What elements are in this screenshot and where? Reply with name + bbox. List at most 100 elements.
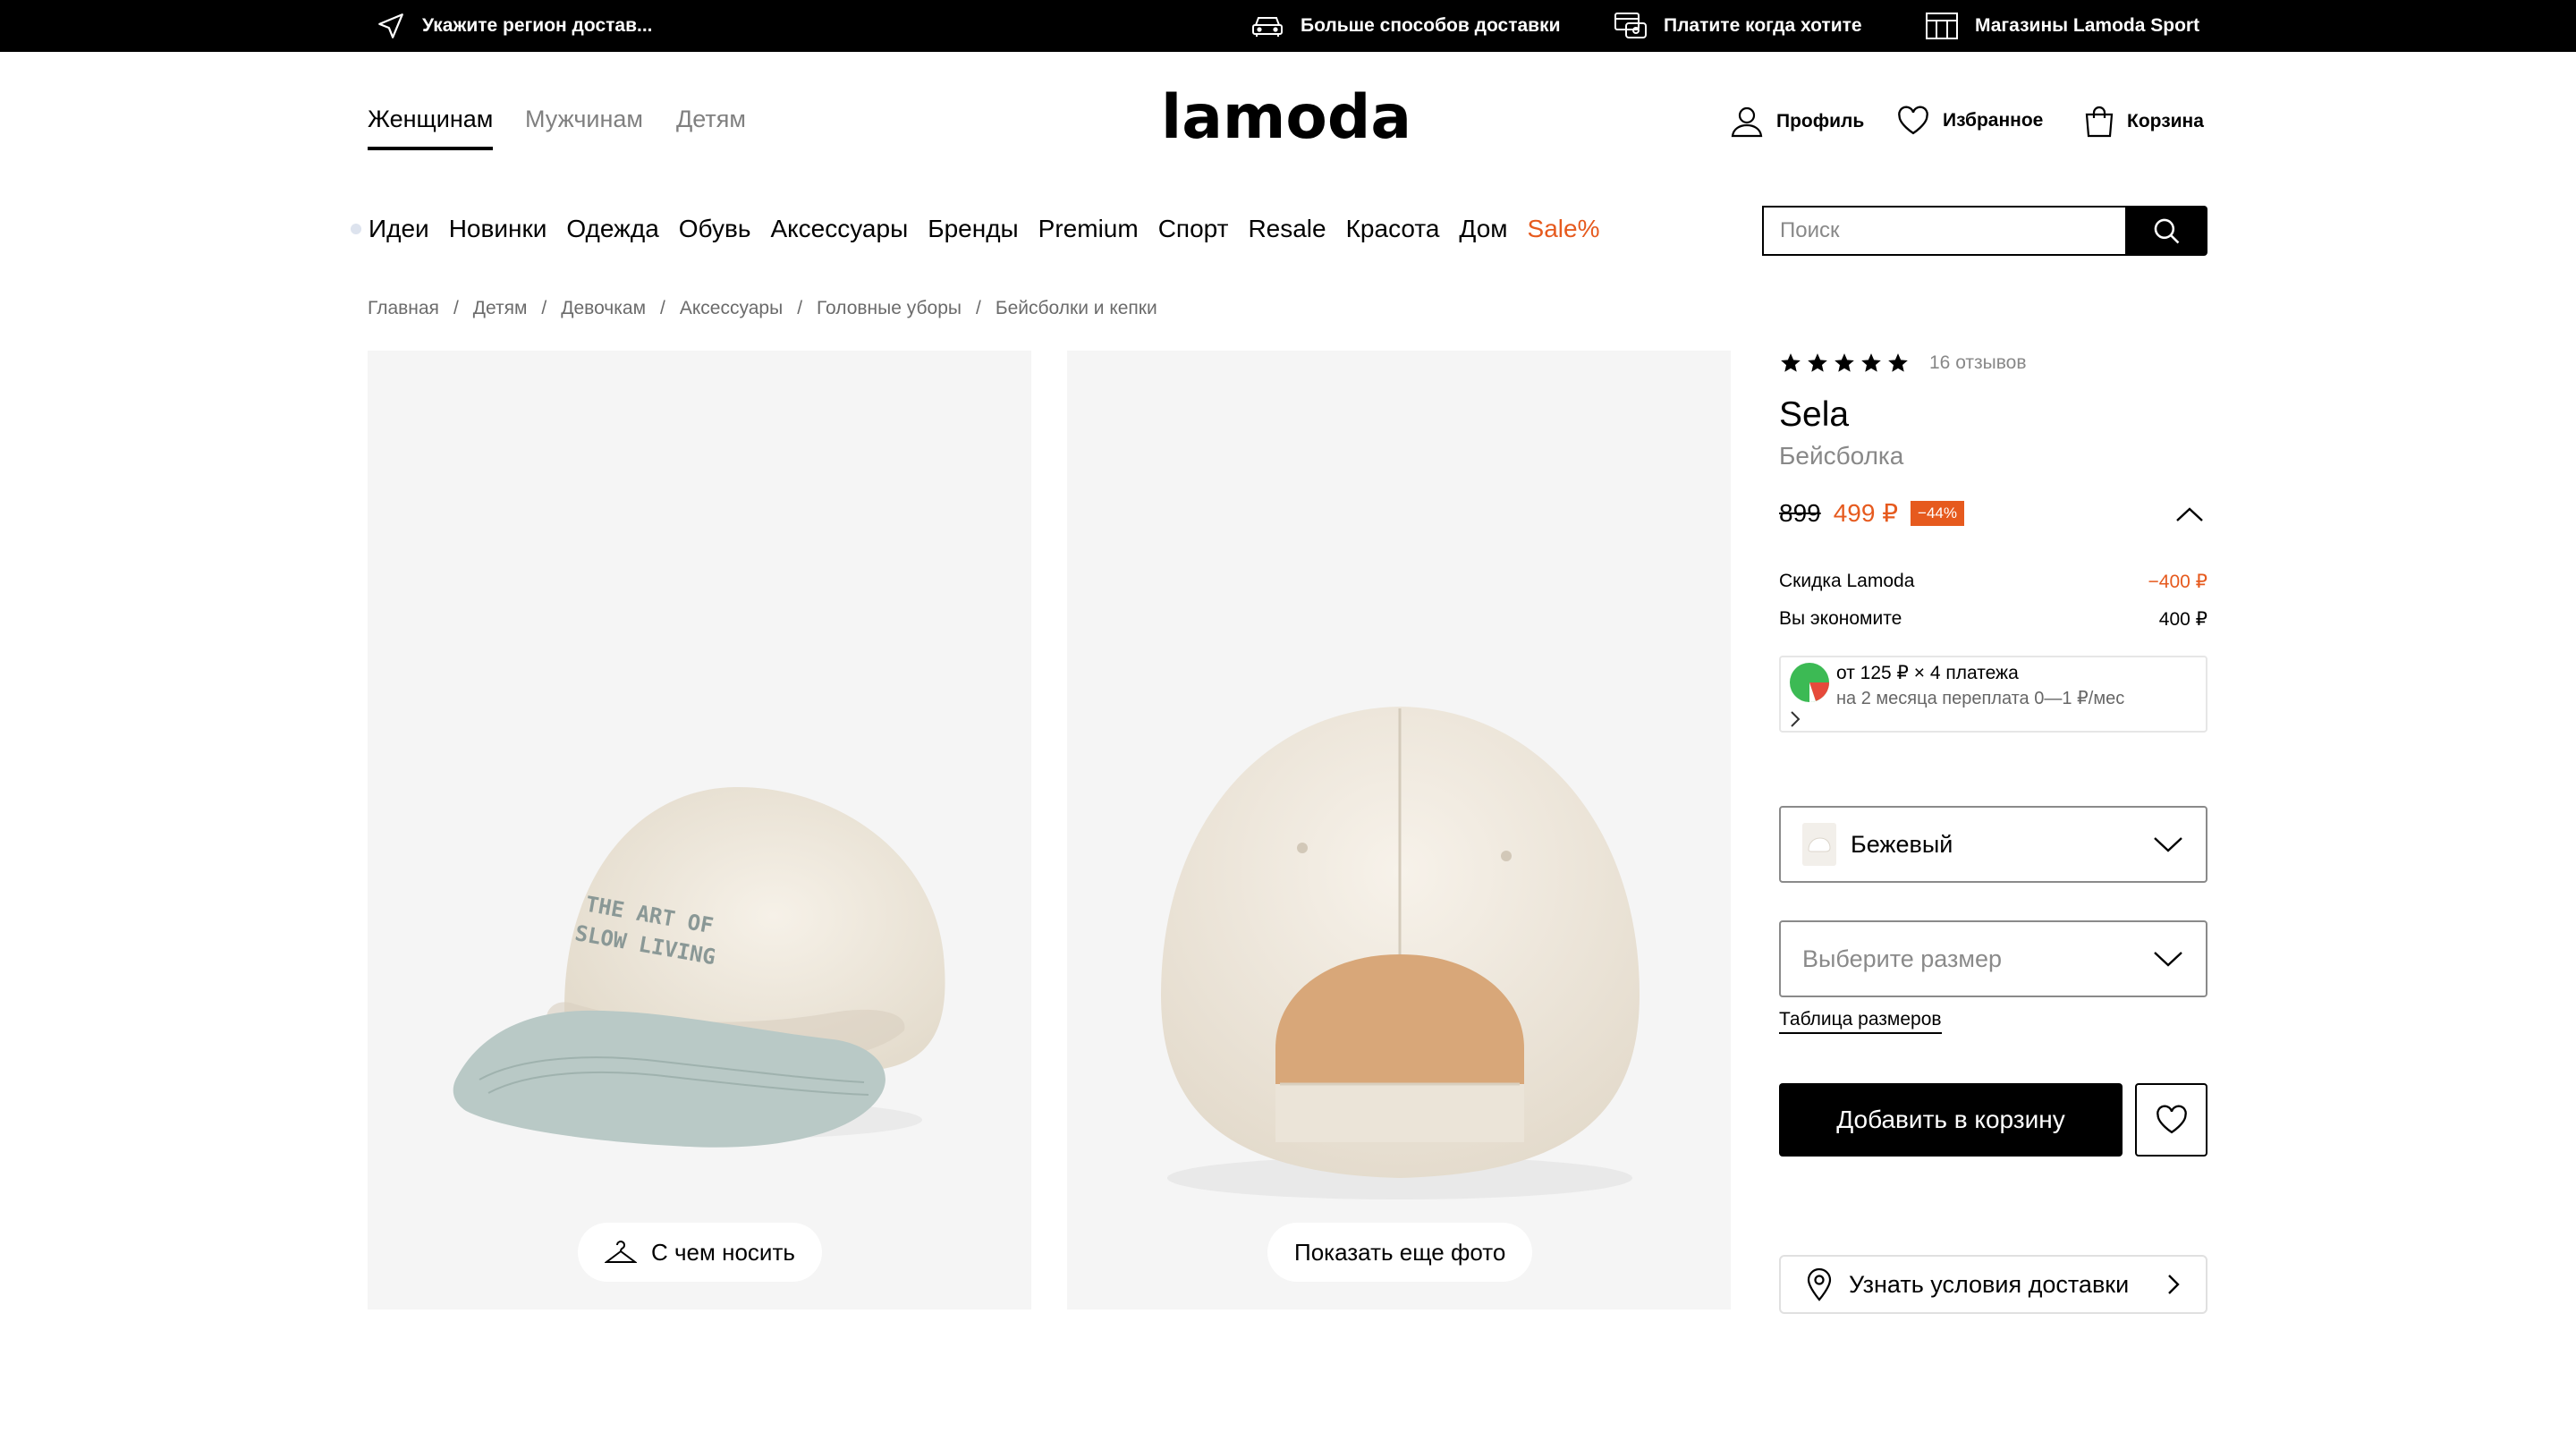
lamoda-logo[interactable]: lamoda bbox=[1161, 84, 1415, 156]
shopping-bag-icon bbox=[2085, 106, 2114, 138]
gender-tab-kids[interactable]: Детям bbox=[676, 106, 746, 150]
region-selector[interactable]: Укажите регион достав... bbox=[376, 0, 653, 52]
category-nav: Идеи Новинки Одежда Обувь Аксессуары Бре… bbox=[351, 215, 1599, 243]
delivery-conditions-button[interactable]: Узнать условия доставки bbox=[1779, 1255, 2207, 1314]
region-label: Укажите регион достав... bbox=[422, 15, 653, 36]
heart-icon bbox=[1898, 106, 1928, 135]
breadcrumb-item[interactable]: Главная bbox=[368, 298, 439, 319]
search-icon bbox=[2154, 218, 2180, 244]
search-button[interactable] bbox=[2125, 206, 2207, 256]
nav-item-beauty[interactable]: Красота bbox=[1346, 215, 1440, 243]
nav-item-new[interactable]: Новинки bbox=[449, 215, 547, 243]
outfit-button[interactable]: С чем носить bbox=[578, 1223, 822, 1282]
nav-item-clothes[interactable]: Одежда bbox=[566, 215, 658, 243]
cap-back-image bbox=[1161, 707, 1640, 1199]
size-table-link[interactable]: Таблица размеров bbox=[1779, 1009, 1942, 1034]
delivery-ways-label: Больше способов доставки bbox=[1301, 15, 1561, 36]
chevron-right-icon bbox=[1791, 711, 1801, 727]
reviews-count[interactable]: 16 отзывов bbox=[1929, 352, 2027, 374]
breadcrumb-separator: / bbox=[797, 298, 803, 318]
color-swatch-icon bbox=[1802, 823, 1836, 866]
installment-main: от 125 ₽ × 4 платежа bbox=[1836, 663, 2019, 683]
breadcrumb-item[interactable]: Детям bbox=[473, 298, 528, 319]
breadcrumb-separator: / bbox=[975, 298, 981, 318]
location-pin-icon bbox=[1807, 1267, 1832, 1301]
breadcrumb-item[interactable]: Бейсболки и кепки bbox=[996, 298, 1157, 319]
nav-item-brands[interactable]: Бренды bbox=[928, 215, 1018, 243]
rating[interactable]: 16 отзывов bbox=[1779, 352, 2027, 375]
breadcrumb-item[interactable]: Аксессуары bbox=[680, 298, 783, 319]
delivery-ways-link[interactable]: Больше способов доставки bbox=[1250, 0, 1560, 52]
discount-badge: −44% bbox=[1911, 500, 1964, 526]
color-select[interactable]: Бежевый bbox=[1779, 806, 2207, 883]
star-icon bbox=[1781, 353, 1801, 372]
cart-link[interactable]: Корзина bbox=[2084, 106, 2204, 138]
more-photos-button[interactable]: Показать еще фото bbox=[1267, 1223, 1533, 1282]
heart-icon bbox=[2156, 1105, 2187, 1134]
nav-item-home[interactable]: Дом bbox=[1459, 215, 1507, 243]
profile-link[interactable]: Профиль bbox=[1730, 106, 1864, 138]
star-icon bbox=[1861, 353, 1881, 372]
nav-item-shoes[interactable]: Обувь bbox=[679, 215, 751, 243]
chevron-right-icon bbox=[2168, 1275, 2180, 1294]
size-select[interactable]: Выберите размер bbox=[1779, 920, 2207, 997]
profile-label: Профиль bbox=[1776, 111, 1865, 131]
user-icon bbox=[1731, 106, 1763, 138]
installment-card[interactable]: от 125 ₽ × 4 платежа на 2 месяца перепла… bbox=[1779, 656, 2207, 733]
chevron-up-icon[interactable] bbox=[2172, 501, 2207, 528]
gender-tab-men[interactable]: Мужчинам bbox=[525, 106, 643, 150]
lamoda-discount-value: −400 ₽ bbox=[2148, 572, 2208, 592]
chevron-down-icon bbox=[2154, 952, 2182, 967]
top-bar: Укажите регион достав... Больше способов… bbox=[0, 0, 2576, 52]
savings-row: Вы экономите 400 ₽ bbox=[1779, 608, 2207, 631]
cap-front-image: THE ART OF SLOW LIVING bbox=[453, 786, 945, 1148]
hanger-icon bbox=[605, 1241, 637, 1263]
savings-value: 400 ₽ bbox=[2158, 609, 2207, 630]
gender-tab-women[interactable]: Женщинам bbox=[368, 106, 494, 150]
lamoda-discount-row: Скидка Lamoda −400 ₽ bbox=[1779, 571, 2207, 593]
split-payment-icon bbox=[1790, 663, 1829, 702]
product-photo-front[interactable]: THE ART OF SLOW LIVING bbox=[368, 351, 1031, 1309]
stores-label: Магазины Lamoda Sport bbox=[1975, 15, 2200, 36]
nav-item-resale[interactable]: Resale bbox=[1248, 215, 1326, 243]
breadcrumb-item[interactable]: Головные уборы bbox=[817, 298, 962, 319]
nav-item-accessories[interactable]: Аксессуары bbox=[770, 215, 908, 243]
favorites-label: Избранное bbox=[1943, 110, 2044, 131]
add-to-favorites-button[interactable] bbox=[2135, 1083, 2207, 1157]
breadcrumb-item[interactable]: Девочкам bbox=[561, 298, 646, 319]
product-photo-back[interactable] bbox=[1067, 351, 1731, 1309]
chevron-down-icon bbox=[2154, 837, 2182, 852]
nav-item-sport[interactable]: Спорт bbox=[1158, 215, 1229, 243]
size-placeholder: Выберите размер bbox=[1802, 945, 2002, 972]
wallet-icon bbox=[1614, 13, 1647, 38]
new-price: 499 ₽ bbox=[1833, 499, 1899, 527]
pay-later-link[interactable]: Платите когда хотите bbox=[1614, 0, 1862, 52]
breadcrumb: Главная / Детям / Девочкам / Аксессуары … bbox=[368, 298, 1157, 319]
lamoda-discount-label: Скидка Lamoda bbox=[1779, 571, 1915, 591]
delivery-label: Узнать условия доставки bbox=[1849, 1270, 2130, 1298]
star-icon bbox=[1888, 353, 1908, 372]
old-price: 899 bbox=[1779, 498, 1821, 527]
nav-item-ideas[interactable]: Идеи bbox=[369, 215, 429, 243]
car-icon bbox=[1252, 17, 1283, 37]
nav-item-premium[interactable]: Premium bbox=[1038, 215, 1139, 243]
installment-sub: на 2 месяца переплата 0—1 ₽/мес bbox=[1836, 689, 2125, 708]
breadcrumb-separator: / bbox=[660, 298, 665, 318]
location-arrow-icon bbox=[378, 13, 403, 38]
price-row: 899 499 ₽ −44% bbox=[1779, 498, 1964, 528]
product-type: Бейсболка bbox=[1779, 442, 1904, 470]
search-input[interactable] bbox=[1762, 206, 2125, 256]
color-value: Бежевый bbox=[1851, 830, 1953, 858]
stores-link[interactable]: Магазины Lamoda Sport bbox=[1925, 0, 2199, 52]
outfit-button-label: С чем носить bbox=[651, 1238, 795, 1266]
cart-label: Корзина bbox=[2127, 111, 2204, 131]
savings-label: Вы экономите bbox=[1779, 608, 1902, 629]
brand-name[interactable]: Sela bbox=[1779, 395, 1849, 435]
nav-item-sale[interactable]: Sale% bbox=[1528, 215, 1600, 243]
add-to-cart-button[interactable]: Добавить в корзину bbox=[1779, 1083, 2123, 1157]
pay-later-label: Платите когда хотите bbox=[1664, 15, 1862, 36]
star-icon bbox=[1835, 353, 1854, 372]
more-photos-label: Показать еще фото bbox=[1294, 1238, 1506, 1266]
favorites-link[interactable]: Избранное bbox=[1896, 106, 2043, 136]
star-icon bbox=[1808, 353, 1827, 372]
